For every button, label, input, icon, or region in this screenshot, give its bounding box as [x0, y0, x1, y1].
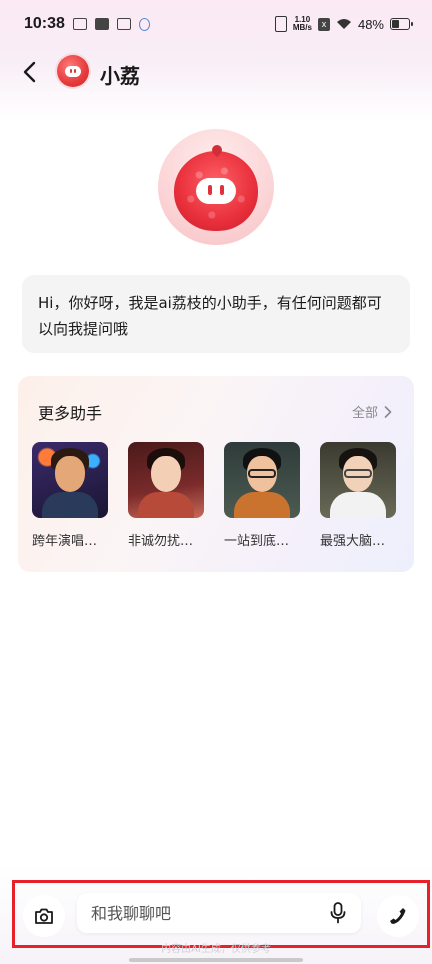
- greeting-message: Hi，你好呀，我是ai荔枝的小助手，有任何问题都可以向我提问哦: [22, 275, 410, 353]
- body-shape: [42, 492, 98, 518]
- assistant-item[interactable]: 非诚勿扰…: [128, 442, 204, 549]
- chevron-left-icon: [23, 61, 36, 83]
- assistant-item[interactable]: 最强大脑…: [320, 442, 396, 549]
- chat-input[interactable]: [89, 902, 313, 924]
- header: 小荔: [0, 52, 432, 92]
- battery-text: 48%: [357, 16, 384, 32]
- message-icon: [116, 18, 131, 30]
- lychee-icon: [174, 142, 258, 231]
- view-all-label: 全部: [351, 406, 378, 421]
- assistant-avatar: [158, 129, 274, 245]
- glasses-shape: [344, 469, 372, 478]
- status-time: 10:38: [24, 15, 65, 32]
- status-left: 10:38: [24, 15, 150, 33]
- back-button[interactable]: [14, 56, 44, 88]
- ai-disclaimer: 内容由AI生成，仅供参考: [161, 944, 271, 955]
- body-shape: [330, 492, 386, 518]
- vibrate-icon: [274, 16, 287, 32]
- assistant-avatar-image: [224, 442, 300, 518]
- assistant-list: 跨年演唱… 非诚勿扰… 一站到底… 最强大脑…: [32, 442, 396, 549]
- battery-fill: [392, 20, 399, 28]
- assistant-avatar-image: [128, 442, 204, 518]
- voice-input-button[interactable]: [327, 902, 349, 924]
- view-all-button[interactable]: 全部: [352, 402, 392, 421]
- glasses-shape: [248, 469, 276, 478]
- body-shape: [234, 492, 290, 518]
- home-indicator[interactable]: [129, 958, 303, 962]
- status-right: 1.10 MB/s x 48%: [274, 16, 413, 32]
- network-speed-unit: MB/s: [292, 23, 312, 32]
- phone-icon: [390, 908, 406, 924]
- app-notification-icon: [94, 18, 109, 30]
- chat-input-container[interactable]: [77, 893, 361, 933]
- wifi-icon: [336, 18, 352, 30]
- assistant-name: 跨年演唱…: [32, 534, 98, 549]
- chevron-right-icon: [384, 405, 392, 418]
- assistant-avatar-image: [320, 442, 396, 518]
- face-shape: [55, 456, 85, 492]
- assistant-name: 非诚勿扰…: [128, 534, 194, 549]
- page-title: 小荔: [100, 64, 140, 88]
- more-assistants-card: 更多助手 全部 跨年演唱… 非诚勿扰… 一站到底… 最强大脑…: [18, 376, 414, 572]
- lychee-face-icon: [65, 65, 81, 77]
- battery-icon: [390, 18, 413, 30]
- assistant-item[interactable]: 跨年演唱…: [32, 442, 108, 549]
- assistant-avatar-image: [32, 442, 108, 518]
- voice-call-button[interactable]: [377, 895, 419, 937]
- header-avatar[interactable]: [57, 55, 89, 87]
- assistant-name: 一站到底…: [224, 534, 290, 549]
- more-assistants-title: 更多助手: [38, 404, 103, 423]
- location-icon: [138, 17, 150, 31]
- assistant-item[interactable]: 一站到底…: [224, 442, 300, 549]
- no-sim-icon: x: [317, 17, 330, 31]
- input-bar: [12, 880, 430, 948]
- lychee-leaf-icon: [209, 142, 225, 158]
- assistant-name: 最强大脑…: [320, 534, 386, 549]
- camera-button[interactable]: [23, 895, 65, 937]
- lychee-face-icon: [196, 178, 236, 204]
- microphone-icon: [330, 902, 346, 924]
- face-shape: [151, 456, 181, 492]
- notification-icon: [72, 18, 87, 30]
- network-speed: 1.10 MB/s: [293, 16, 312, 32]
- body-shape: [138, 492, 194, 518]
- status-bar: 10:38 1.10 MB/s x 48%: [0, 0, 432, 48]
- camera-icon: [35, 908, 53, 924]
